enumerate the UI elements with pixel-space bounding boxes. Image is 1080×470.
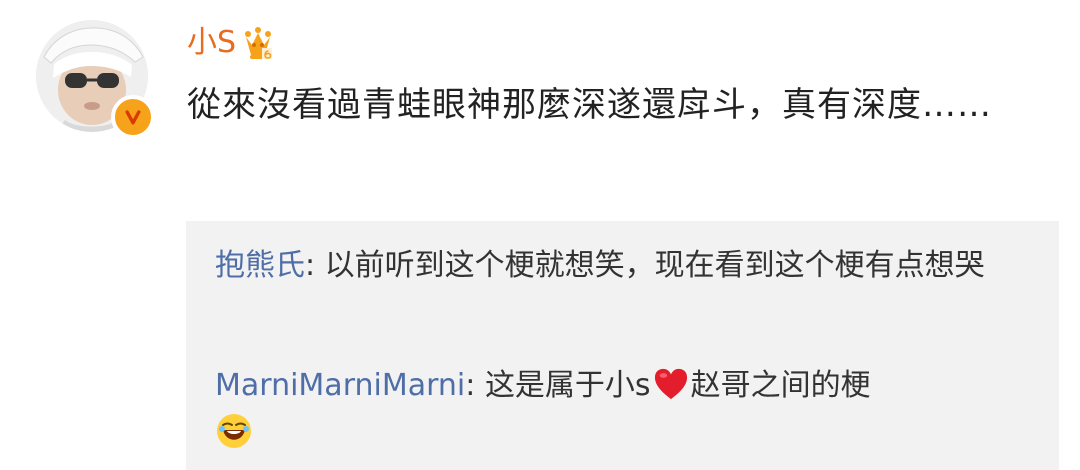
- comments-box: 抱熊氏: 以前听到这个梗就想笑，现在看到这个梗有点想哭 MarniMarniMa…: [186, 221, 1059, 470]
- verified-badge: [111, 95, 155, 139]
- member-crown-icon: [245, 27, 273, 59]
- comment-text-after: 赵哥之间的梗: [690, 368, 871, 403]
- comment-author[interactable]: MarniMarniMarni: [215, 368, 465, 403]
- verified-v-icon: [121, 105, 145, 129]
- comment-text-before: 这是属于小s: [484, 368, 651, 403]
- post-author-name[interactable]: 小S: [187, 18, 236, 68]
- comment-separator: :: [305, 248, 325, 283]
- comment-text: 以前听到这个梗就想笑，现在看到这个梗有点想哭: [324, 248, 985, 283]
- laughing-emoji-icon: [217, 414, 251, 448]
- post-text: 從來沒看過青蛙眼神那麼深遂還戽斗，真有深度……: [187, 85, 992, 125]
- comment-item: 抱熊氏: 以前听到这个梗就想笑，现在看到这个梗有点想哭: [215, 244, 1035, 288]
- comment-author[interactable]: 抱熊氏: [215, 248, 305, 283]
- post-author-row: 小S: [187, 18, 274, 68]
- comment-item: MarniMarniMarni: 这是属于小s 赵哥之间的梗: [215, 364, 1035, 450]
- comment-separator: :: [465, 368, 485, 403]
- heart-emoji-icon: [654, 368, 687, 400]
